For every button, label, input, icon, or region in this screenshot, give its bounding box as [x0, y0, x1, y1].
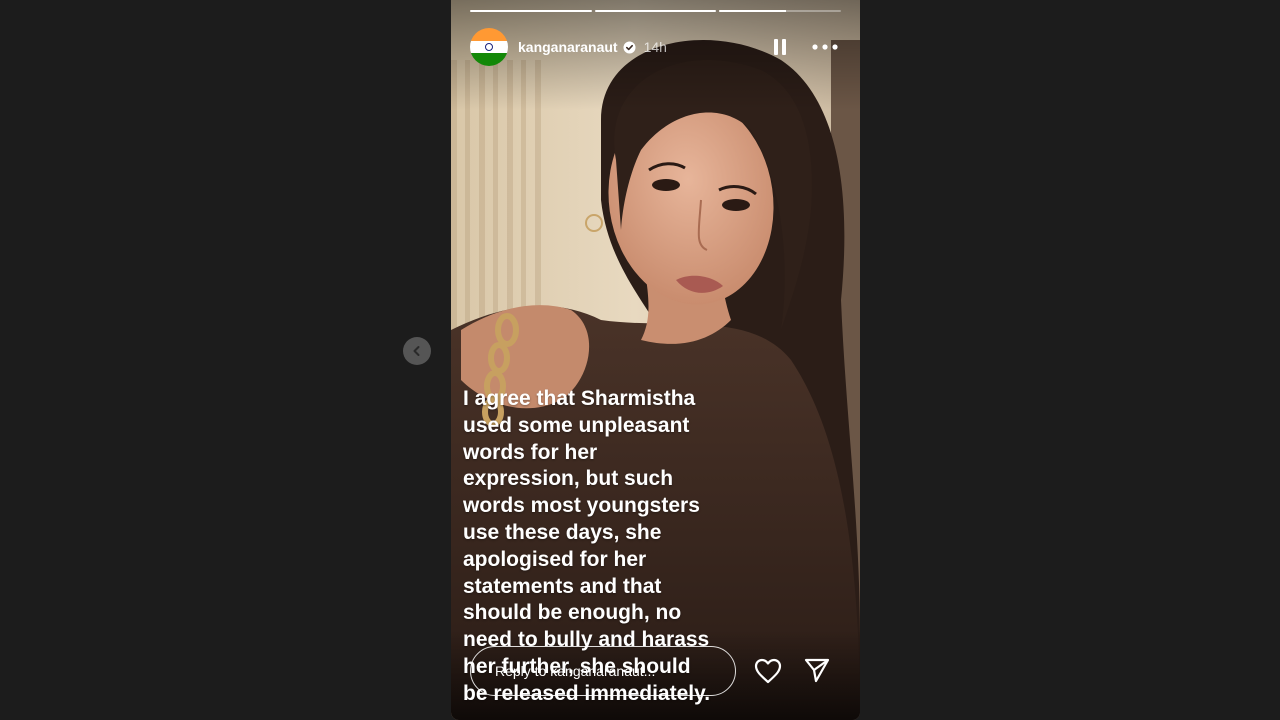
- previous-story-button[interactable]: [403, 337, 431, 365]
- progress-segment: [470, 10, 592, 12]
- heart-icon: [754, 658, 782, 684]
- verified-badge-icon: [623, 41, 636, 54]
- like-button[interactable]: [753, 657, 783, 685]
- send-icon: [804, 658, 830, 683]
- post-time: 14h: [643, 39, 667, 55]
- reply-placeholder: Reply to kanganaranaut...: [495, 663, 656, 679]
- progress-segment-fill: [470, 10, 592, 12]
- chevron-left-icon: [413, 346, 420, 356]
- pause-button[interactable]: [768, 35, 792, 59]
- progress-segment: [594, 10, 717, 12]
- more-icon: [812, 44, 838, 50]
- reply-input[interactable]: Reply to kanganaranaut...: [470, 646, 736, 696]
- chakra-icon: [485, 43, 493, 51]
- story-progress-bar: [470, 10, 842, 12]
- story-viewer: kanganaranaut 14h I agree that Sharmisth…: [0, 0, 1280, 720]
- progress-segment-fill: [719, 10, 787, 12]
- more-options-button[interactable]: [812, 35, 838, 59]
- pause-icon: [774, 39, 786, 55]
- username-link[interactable]: kanganaranaut: [518, 39, 618, 55]
- progress-segment: [719, 10, 842, 12]
- share-button[interactable]: [802, 656, 832, 684]
- progress-segment-fill: [594, 10, 717, 12]
- story-card[interactable]: kanganaranaut 14h I agree that Sharmisth…: [451, 0, 860, 720]
- story-header: kanganaranaut 14h: [470, 28, 841, 66]
- indian-flag-avatar[interactable]: [470, 28, 508, 66]
